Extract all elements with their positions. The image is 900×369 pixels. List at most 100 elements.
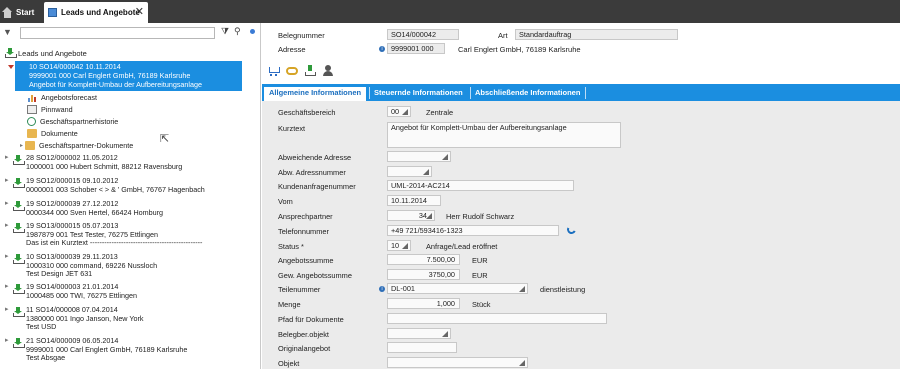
tree-root-label: Leads und Angebote	[18, 48, 87, 58]
angebotssumme-field[interactable]: 7.500,00	[387, 254, 460, 265]
cart-icon[interactable]	[268, 65, 280, 77]
telefonnummer-label: Telefonnummer	[278, 227, 329, 236]
tree-item[interactable]: ▸ 21 SO14/000009 06.05.2014 9999001 000 C…	[5, 336, 187, 363]
kurztext-field[interactable]: Angebot für Komplett-Umbau der Aufbereit…	[387, 122, 621, 148]
home-icon	[2, 7, 13, 18]
kundenanfragenummer-label: Kundenanfragenummer	[278, 182, 356, 191]
binoculars-icon[interactable]: ⚲	[234, 26, 241, 37]
child-angebotsforecast[interactable]: Angebotsforecast	[27, 93, 97, 102]
abw-adresse-select[interactable]	[387, 151, 451, 162]
objekt-label: Objekt	[278, 359, 300, 368]
child-dokumente[interactable]: Dokumente	[27, 129, 78, 138]
expand-arrow-icon[interactable]: ▸	[5, 177, 10, 194]
mouse-cursor-icon: ⇱	[160, 133, 170, 145]
info-icon[interactable]: i	[379, 46, 385, 52]
child-geschaeftspartner-dokumente[interactable]: ▸ Geschäftspartner-Dokumente	[20, 141, 133, 150]
belegnummer-field[interactable]: SO14/000042	[387, 29, 459, 40]
tree-item[interactable]: ▸ 19 SO12/000015 09.10.2012 0000001 003 S…	[5, 176, 205, 194]
tree-item[interactable]: ▸ 19 SO13/000015 05.07.2013 1987879 001 T…	[5, 221, 203, 248]
item-line2: 0000344 000 Sven Hertel, 66424 Homburg	[26, 207, 164, 217]
tab-start-label: Start	[16, 8, 35, 17]
teilenummer-text: dienstleistung	[540, 285, 586, 294]
ansprechpartner-select[interactable]: 34	[387, 210, 435, 221]
item-line2: 1000485 000 TWI, 76275 Ettlingen	[26, 290, 137, 300]
expand-arrow-icon[interactable]: ▸	[5, 222, 10, 248]
belegber-objekt-select[interactable]	[387, 328, 451, 339]
detail-tabs: Allgemeine Informationen Steuernde Infor…	[262, 84, 900, 101]
kundenanfragenummer-field[interactable]: UML-2014-AC214	[387, 180, 574, 191]
item-line3: Das ist ein Kurztext -------------------…	[26, 238, 203, 248]
close-icon[interactable]: ✕	[135, 5, 144, 18]
detail-panel: Belegnummer SO14/000042 Art Standardauft…	[262, 23, 900, 369]
info-icon[interactable]: i	[379, 286, 385, 292]
kurztext-label: Kurztext	[278, 124, 306, 133]
tree-item[interactable]: ▸ 11 SO14/000008 07.04.2014 1380000 001 I…	[5, 305, 144, 332]
geschaeftsbereich-label: Geschäftsbereich	[278, 108, 336, 117]
tree-item[interactable]: ▸ 19 SO12/000039 27.12.2012 0000344 000 S…	[5, 199, 164, 217]
expand-arrow-icon[interactable]: ▸	[5, 154, 10, 171]
tree-item[interactable]: ▸ 28 SO12/000002 11.05.2012 1000001 000 H…	[5, 153, 183, 171]
expand-arrow-icon[interactable]: ▸	[5, 200, 10, 217]
general-info-form: Geschäftsbereich 00 Zentrale Kurztext An…	[262, 101, 900, 369]
pinboard-icon	[27, 105, 37, 114]
expand-arrow-icon[interactable]: ▸	[5, 253, 10, 279]
status-label: Status *	[278, 242, 304, 251]
phone-icon[interactable]	[565, 223, 578, 236]
originalangebot-field[interactable]	[387, 342, 457, 353]
expand-arrow-icon[interactable]: ▸	[20, 142, 23, 149]
teilenummer-select[interactable]: DL-001	[387, 283, 528, 294]
vom-label: Vom	[278, 197, 293, 206]
art-field[interactable]: Standardauftrag	[515, 29, 678, 40]
tab-separator	[585, 87, 586, 99]
objekt-select[interactable]	[387, 357, 528, 368]
abw-adressnummer-select[interactable]	[387, 166, 432, 177]
pfad-field[interactable]	[387, 313, 607, 324]
tab-start[interactable]: Start	[2, 2, 40, 23]
tree-item-selected[interactable]: 10 SO14/000042 10.11.2014 9999001 000 Ca…	[15, 61, 242, 91]
link-icon[interactable]	[286, 67, 298, 75]
expanded-caret-icon[interactable]	[8, 65, 14, 69]
gew-angebotssumme-field[interactable]: 3750,00	[387, 269, 460, 280]
module-icon	[48, 8, 57, 17]
download-icon	[13, 254, 25, 264]
belegber-objekt-label: Belegber.objekt	[278, 330, 329, 339]
menge-field[interactable]: 1,000	[387, 298, 460, 309]
telefonnummer-field[interactable]: +49 721/593416-1323	[387, 225, 559, 236]
filter-dropdown-icon[interactable]: ▼	[3, 27, 19, 37]
tree-item[interactable]: ▸ 19 SO14/000003 21.01.2014 1000485 000 T…	[5, 282, 137, 300]
status-text: Anfrage/Lead eröffnet	[426, 242, 498, 251]
pfad-label: Pfad für Dokumente	[278, 315, 344, 324]
child-pinnwand[interactable]: Pinnwand	[27, 105, 73, 114]
download-icon	[13, 338, 25, 348]
tree-search-input[interactable]	[20, 27, 215, 39]
tab-abschliessende-informationen[interactable]: Abschließende Informationen	[470, 84, 585, 101]
download-icon	[13, 284, 25, 294]
left-panel: ▼ ⧩ ⚲ Leads und Angebote 10 SO14/000042 …	[0, 23, 261, 369]
funnel-icon[interactable]: ⧩	[221, 26, 229, 37]
adresse-field[interactable]: 9999001 000	[387, 43, 445, 54]
expand-arrow-icon[interactable]: ▸	[5, 283, 10, 300]
tab-steuernde-informationen[interactable]: Steuernde Informationen	[369, 84, 468, 101]
tab-allgemeine-informationen[interactable]: Allgemeine Informationen	[264, 85, 367, 101]
history-icon	[27, 117, 36, 126]
status-dot-icon[interactable]	[250, 29, 255, 34]
user-icon[interactable]	[322, 65, 334, 77]
status-select[interactable]: 10	[387, 240, 411, 251]
tab-active-label: Leads und Angebote	[61, 8, 140, 17]
item-line3: Test USD	[26, 322, 57, 332]
child-label: Dokumente	[41, 129, 78, 138]
child-label: Pinnwand	[41, 105, 73, 114]
item-line2: 1000001 000 Hubert Schmitt, 88212 Ravens…	[26, 161, 183, 171]
expand-arrow-icon[interactable]: ▸	[5, 306, 10, 332]
download-icon[interactable]	[304, 65, 316, 77]
gew-angebotssumme-currency: EUR	[472, 271, 488, 280]
vom-field[interactable]: 10.11.2014	[387, 195, 441, 206]
expand-arrow-icon[interactable]: ▸	[5, 337, 10, 363]
tree-item[interactable]: ▸ 10 SO13/000039 29.11.2013 1000310 000 c…	[5, 252, 157, 279]
tab-leads-und-angebote[interactable]: Leads und Angebote ✕	[44, 2, 148, 23]
child-geschaeftspartnerhistorie[interactable]: Geschäftspartnerhistorie	[27, 117, 118, 126]
left-toolbar: ▼ ⧩ ⚲	[0, 23, 261, 40]
geschaeftsbereich-select[interactable]: 00	[387, 106, 411, 117]
geschaeftsbereich-text: Zentrale	[426, 108, 454, 117]
tree-root[interactable]: Leads und Angebote	[5, 48, 87, 58]
